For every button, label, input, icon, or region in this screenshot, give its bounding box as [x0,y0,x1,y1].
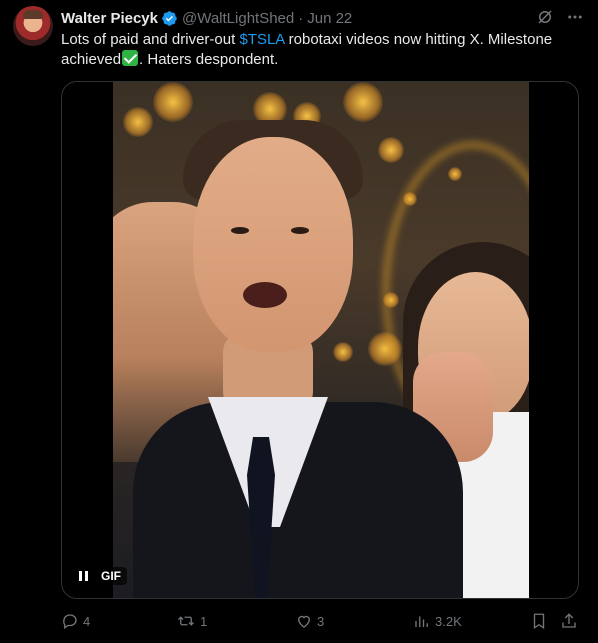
like-count: 3 [317,613,325,629]
gif-controls: GIF [74,566,127,586]
tweet-header: Walter Piecyk @WaltLightShed · Jun 22 [61,8,352,28]
check-mark-emoji-icon [122,50,139,66]
author-name[interactable]: Walter Piecyk [61,10,158,27]
reply-count: 4 [83,613,91,629]
separator-dot: · [298,9,304,27]
tweet-text: Lots of paid and driver-out $TSLA robota… [61,30,586,70]
tweet-text-part: Lots of paid and driver-out [61,31,240,48]
views-button[interactable]: 3.2K [413,611,462,631]
verified-badge-icon[interactable] [161,10,178,27]
reply-icon [61,612,79,630]
views-icon [413,612,431,630]
cashtag-link[interactable]: $TSLA [239,31,284,48]
share-button[interactable] [560,611,578,631]
views-count: 3.2K [435,613,462,629]
tweet-text-part: . Haters despondent. [139,51,279,68]
repost-icon [176,612,196,630]
gif-badge: GIF [95,567,127,585]
tweet-top-actions [536,8,584,26]
bookmark-icon [530,612,548,630]
media-gif[interactable]: GIF [61,81,579,599]
tweet-actions: 4 1 3 3.2K [61,611,579,631]
repost-button[interactable]: 1 [176,611,207,631]
bookmark-button[interactable] [530,611,548,631]
reply-button[interactable]: 4 [61,611,90,631]
gif-frame [113,82,529,598]
repost-count: 1 [200,613,208,629]
tweet[interactable]: Walter Piecyk @WaltLightShed · Jun 22 Lo… [0,0,598,643]
avatar[interactable] [13,6,53,46]
like-icon [295,612,313,630]
like-button[interactable]: 3 [295,611,324,631]
more-icon[interactable] [566,8,584,26]
share-icon [560,612,578,630]
tweet-date[interactable]: Jun 22 [307,10,352,27]
author-handle[interactable]: @WaltLightShed [182,10,294,27]
pause-icon[interactable] [74,566,92,586]
grok-icon[interactable] [536,8,554,26]
